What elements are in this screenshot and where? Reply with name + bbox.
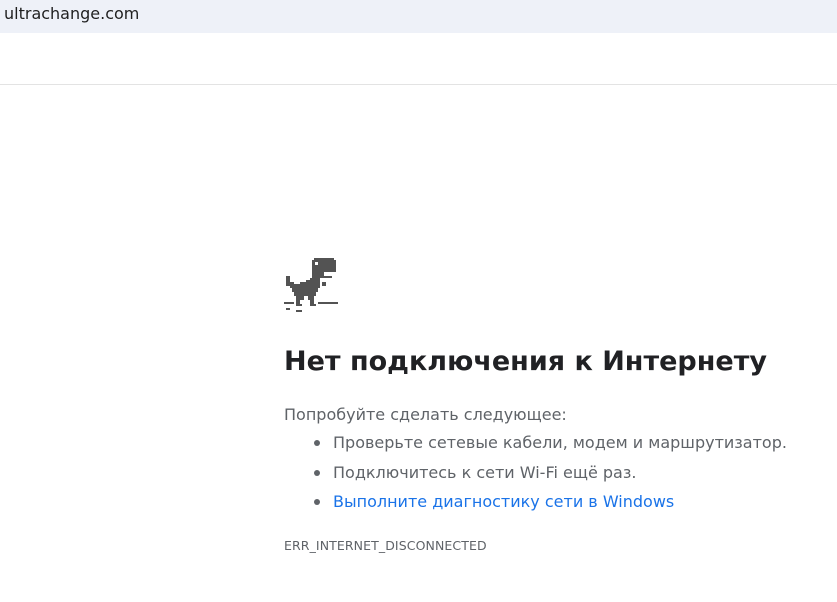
run-diagnostics-link[interactable]: Выполните диагностику сети в Windows (333, 492, 674, 511)
list-item: Выполните диагностику сети в Windows (284, 491, 787, 521)
bullet-icon (314, 469, 320, 476)
dino-offline-icon[interactable] (284, 256, 340, 312)
toolbar-strip (0, 33, 837, 85)
suggestion-reconnect-wifi: Подключитесь к сети Wi-Fi ещё раз. (333, 462, 637, 482)
suggestions-intro: Попробуйте сделать следующее: (284, 405, 567, 424)
bullet-icon (314, 499, 320, 505)
suggestions-list: Проверьте сетевые кабели, модем и маршру… (284, 432, 787, 521)
error-code: ERR_INTERNET_DISCONNECTED (284, 538, 487, 553)
address-url[interactable]: ultrachange.com (4, 4, 139, 24)
bullet-icon (314, 440, 320, 446)
list-item: Подключитесь к сети Wi-Fi ещё раз. (284, 462, 787, 492)
page-title: Нет подключения к Интернету (284, 346, 767, 377)
list-item: Проверьте сетевые кабели, модем и маршру… (284, 432, 787, 462)
address-bar[interactable]: ultrachange.com (0, 0, 837, 33)
suggestion-check-cables: Проверьте сетевые кабели, модем и маршру… (333, 433, 787, 452)
